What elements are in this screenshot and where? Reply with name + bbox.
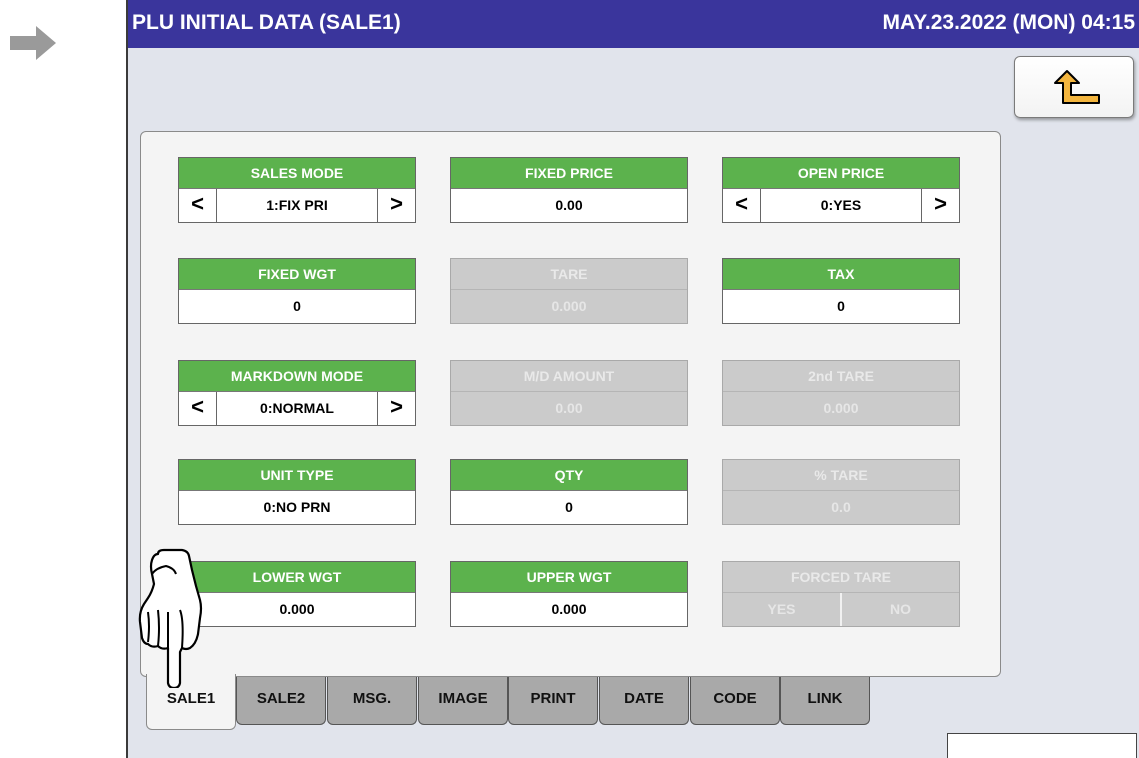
tab-msg[interactable]: MSG.: [327, 677, 417, 725]
sales-mode-value: 1:FIX PRI: [266, 197, 328, 213]
tax-value: 0: [837, 298, 845, 314]
page-title: PLU INITIAL DATA (SALE1): [132, 11, 401, 34]
md-amount-value: 0.00: [555, 400, 583, 416]
unit-type-label: UNIT TYPE: [179, 460, 415, 491]
open-price-field: OPEN PRICE < 0:YES >: [722, 157, 960, 223]
forced-tare-label: FORCED TARE: [723, 562, 959, 593]
markdown-mode-value-row: < 0:NORMAL >: [179, 392, 415, 425]
open-price-value-row: < 0:YES >: [723, 189, 959, 222]
md-amount-label: M/D AMOUNT: [451, 361, 687, 392]
qty-value: 0: [565, 499, 573, 515]
tab-sale2[interactable]: SALE2: [236, 677, 326, 725]
pct-tare-label: % TARE: [723, 460, 959, 491]
title-bar: PLU INITIAL DATA (SALE1) MAY.23.2022 (MO…: [128, 0, 1139, 48]
markdown-mode-field: MARKDOWN MODE < 0:NORMAL >: [178, 360, 416, 426]
open-price-prev-button[interactable]: <: [723, 189, 761, 222]
forced-tare-no-button: NO: [890, 601, 911, 617]
markdown-mode-prev-button[interactable]: <: [179, 392, 217, 425]
pointing-hand-icon: [138, 548, 203, 688]
settings-panel: SALES MODE < 1:FIX PRI > FIXED PRICE 0.0…: [140, 131, 1001, 677]
status-box: [947, 733, 1137, 758]
lower-wgt-value: 0.000: [279, 601, 315, 617]
forced-tare-options: YES NO: [723, 593, 959, 626]
fixed-price-value: 0.00: [555, 197, 583, 213]
md-amount-field: M/D AMOUNT 0.00: [450, 360, 688, 426]
qty-label: QTY: [451, 460, 687, 491]
tare-field: TARE 0.000: [450, 258, 688, 324]
markdown-mode-value: 0:NORMAL: [260, 400, 334, 416]
second-tare-value: 0.000: [823, 400, 859, 416]
open-price-next-button[interactable]: >: [921, 189, 959, 222]
markdown-mode-next-button[interactable]: >: [377, 392, 415, 425]
tab-date[interactable]: DATE: [599, 677, 689, 725]
lower-wgt-field[interactable]: LOWER WGT 0.000: [178, 561, 416, 627]
lower-wgt-label: LOWER WGT: [179, 562, 415, 593]
tax-label: TAX: [723, 259, 959, 290]
sales-mode-next-button[interactable]: >: [377, 189, 415, 222]
tab-link[interactable]: LINK: [780, 677, 870, 725]
qty-field[interactable]: QTY 0: [450, 459, 688, 525]
tab-print[interactable]: PRINT: [508, 677, 598, 725]
forced-tare-yes-button: YES: [723, 593, 842, 626]
fixed-wgt-label: FIXED WGT: [179, 259, 415, 290]
unit-type-field[interactable]: UNIT TYPE 0:NO PRN: [178, 459, 416, 525]
tare-value: 0.000: [551, 298, 587, 314]
unit-type-value: 0:NO PRN: [263, 499, 331, 515]
datetime: MAY.23.2022 (MON) 04:15: [882, 11, 1135, 34]
pct-tare-field: % TARE 0.0: [722, 459, 960, 525]
arrow-right-icon: [10, 26, 56, 60]
fixed-price-label: FIXED PRICE: [451, 158, 687, 189]
sales-mode-value-row: < 1:FIX PRI >: [179, 189, 415, 222]
fixed-price-field[interactable]: FIXED PRICE 0.00: [450, 157, 688, 223]
upper-wgt-label: UPPER WGT: [451, 562, 687, 593]
sales-mode-label: SALES MODE: [179, 158, 415, 189]
second-tare-label: 2nd TARE: [723, 361, 959, 392]
tab-image[interactable]: IMAGE: [418, 677, 508, 725]
sales-mode-prev-button[interactable]: <: [179, 189, 217, 222]
screen: PLU INITIAL DATA (SALE1) MAY.23.2022 (MO…: [126, 0, 1139, 758]
markdown-mode-label: MARKDOWN MODE: [179, 361, 415, 392]
tax-field[interactable]: TAX 0: [722, 258, 960, 324]
fixed-wgt-value: 0: [293, 298, 301, 314]
fixed-wgt-field[interactable]: FIXED WGT 0: [178, 258, 416, 324]
forced-tare-field: FORCED TARE YES NO: [722, 561, 960, 627]
tab-code[interactable]: CODE: [690, 677, 780, 725]
tare-label: TARE: [451, 259, 687, 290]
open-price-label: OPEN PRICE: [723, 158, 959, 189]
open-price-value: 0:YES: [820, 197, 862, 213]
upper-wgt-field[interactable]: UPPER WGT 0.000: [450, 561, 688, 627]
back-button[interactable]: [1014, 56, 1134, 118]
upper-wgt-value: 0.000: [551, 601, 587, 617]
return-arrow-icon: [1054, 70, 1100, 104]
second-tare-field: 2nd TARE 0.000: [722, 360, 960, 426]
pct-tare-value: 0.0: [831, 499, 851, 515]
sales-mode-field: SALES MODE < 1:FIX PRI >: [178, 157, 416, 223]
